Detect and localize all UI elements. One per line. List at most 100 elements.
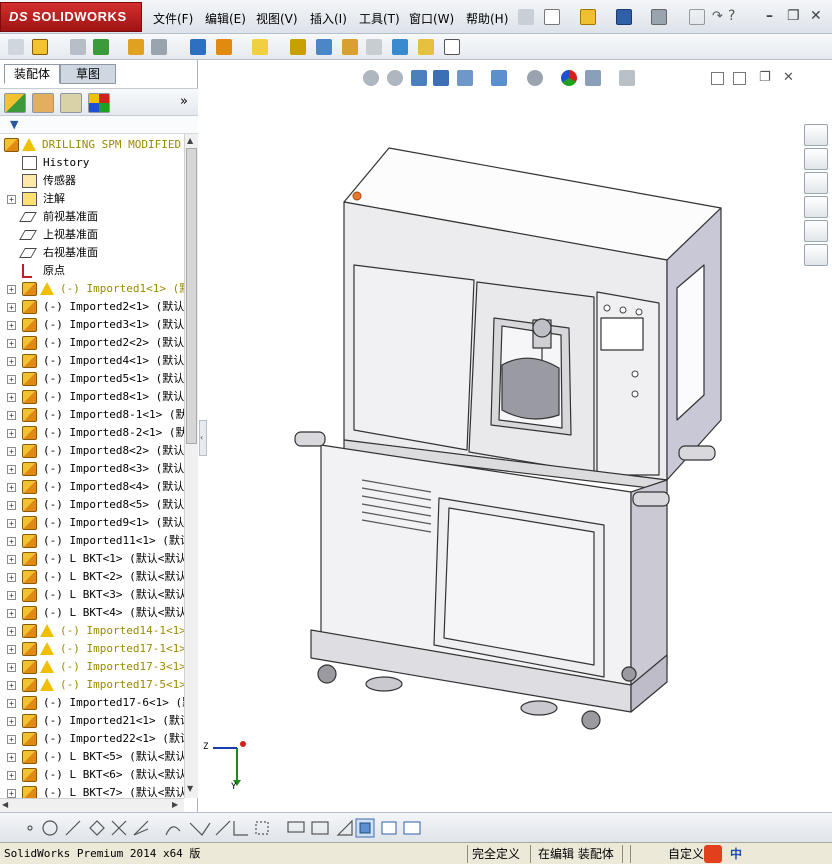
tree-expand-toggle[interactable]: + — [7, 771, 16, 780]
tree-expand-toggle[interactable]: + — [7, 645, 16, 654]
tree-item[interactable]: + (-) Imported8-1<1> (默认 — [0, 406, 184, 424]
solidworks-resources-icon[interactable] — [804, 124, 828, 146]
tree-expand-toggle[interactable]: + — [7, 339, 16, 348]
exploded-view-icon[interactable] — [342, 39, 358, 55]
tree-item[interactable]: + (-) L BKT<5> (默认<默认 — [0, 748, 184, 766]
tree-vertical-scrollbar[interactable]: ▲ ▼ — [184, 134, 198, 798]
tree-item[interactable]: + (-) L BKT<2> (默认<默认 — [0, 568, 184, 586]
tree-item[interactable]: + (-) Imported17-5<1> — [0, 676, 184, 694]
tree-expand-toggle[interactable]: + — [7, 483, 16, 492]
tree-item[interactable]: + (-) L BKT<1> (默认<默认 — [0, 550, 184, 568]
custom-properties-icon[interactable] — [804, 244, 828, 266]
menu-edit[interactable]: 编辑(E) — [205, 10, 246, 27]
view-palette-icon[interactable] — [804, 196, 828, 218]
restore-button[interactable]: ❐ — [787, 8, 800, 24]
tree-expand-toggle[interactable]: + — [7, 555, 16, 564]
tree-expand-toggle[interactable]: + — [7, 321, 16, 330]
input-method-logo-icon[interactable] — [704, 845, 722, 863]
print-icon[interactable] — [651, 9, 667, 25]
menu-window[interactable]: 窗口(W) — [409, 10, 454, 27]
scroll-down-icon[interactable]: ▼ — [187, 784, 193, 793]
tree-item[interactable]: + (-) Imported8<5> (默认< — [0, 496, 184, 514]
tab-assembly[interactable]: 装配体 — [4, 64, 60, 84]
sketch-tools-strip[interactable] — [20, 817, 440, 839]
tree-item[interactable]: + (-) Imported2<2> (默认< — [0, 334, 184, 352]
input-method-mode[interactable]: 中 — [730, 845, 742, 863]
menu-file[interactable]: 文件(F) — [153, 10, 193, 27]
tree-item[interactable]: 传感器 — [0, 172, 184, 190]
tree-expand-toggle[interactable]: + — [7, 609, 16, 618]
tree-item[interactable]: + (-) Imported2<1> (默认< — [0, 298, 184, 316]
move-component-icon[interactable] — [151, 39, 167, 55]
tree-item[interactable]: + (-) Imported21<1> (默认 — [0, 712, 184, 730]
explode-line-sketch-icon[interactable] — [366, 39, 382, 55]
file-explorer-icon[interactable] — [804, 172, 828, 194]
tree-expand-toggle[interactable]: + — [7, 429, 16, 438]
tree-item[interactable]: + (-) Imported8<4> (默认< — [0, 478, 184, 496]
help-question-icon[interactable]: ? — [728, 8, 735, 24]
tree-expand-toggle[interactable]: + — [7, 735, 16, 744]
design-library-icon[interactable] — [804, 148, 828, 170]
mate-icon[interactable] — [70, 39, 86, 55]
tree-expand-toggle[interactable]: + — [7, 627, 16, 636]
display-manager-tab-icon[interactable] — [88, 93, 110, 113]
close-button[interactable]: ✕ — [810, 8, 822, 24]
tree-expand-toggle[interactable]: + — [7, 411, 16, 420]
tree-expand-toggle[interactable]: + — [7, 465, 16, 474]
instant3d-icon[interactable] — [444, 39, 460, 55]
scroll-left-icon[interactable]: ◀ — [2, 800, 8, 809]
undo-icon[interactable] — [689, 9, 705, 25]
drilling-machine-model[interactable] — [199, 60, 832, 812]
filter-icon[interactable]: ▼ — [10, 118, 18, 131]
tree-item[interactable]: + (-) L BKT<7> (默认<默认 — [0, 784, 184, 798]
units-custom[interactable]: 自定义 — [668, 845, 704, 863]
scroll-right-icon[interactable]: ▶ — [172, 800, 178, 809]
panel-collapse-handle[interactable]: ‹ — [199, 420, 207, 456]
clearance-verification-icon[interactable] — [418, 39, 434, 55]
tree-item[interactable]: + (-) Imported1<1> (默 — [0, 280, 184, 298]
tree-item[interactable]: 右视基准面 — [0, 244, 184, 262]
tree-item[interactable]: + (-) L BKT<6> (默认<默认 — [0, 766, 184, 784]
tree-item[interactable]: + (-) Imported22<1> (默认 — [0, 730, 184, 748]
tree-expand-toggle[interactable]: + — [7, 753, 16, 762]
tree-expand-toggle[interactable]: + — [7, 447, 16, 456]
expand-panel-button[interactable]: » — [180, 94, 188, 109]
open-folder-icon[interactable] — [580, 9, 596, 25]
tab-sketch[interactable]: 草图 — [60, 64, 116, 84]
pin-icon[interactable] — [518, 9, 534, 25]
new-document-icon[interactable] — [544, 9, 560, 25]
minimize-button[interactable]: – — [766, 8, 773, 24]
show-hidden-icon[interactable] — [190, 39, 206, 55]
graphics-area[interactable]: ❐ ✕ Z Y ‹ — [199, 60, 832, 812]
tree-item[interactable]: + (-) L BKT<4> (默认<默认 — [0, 604, 184, 622]
tree-item[interactable]: + (-) Imported11<1> (默认 — [0, 532, 184, 550]
tree-expand-toggle[interactable]: + — [7, 699, 16, 708]
insert-component-icon[interactable] — [8, 39, 24, 55]
interference-detection-icon[interactable] — [392, 39, 408, 55]
tree-expand-toggle[interactable]: + — [7, 591, 16, 600]
assembly-features-icon[interactable] — [216, 39, 232, 55]
configuration-manager-tab-icon[interactable] — [60, 93, 82, 113]
property-manager-tab-icon[interactable] — [32, 93, 54, 113]
tree-expand-toggle[interactable]: + — [7, 501, 16, 510]
tree-item[interactable]: + (-) Imported8<2> (默认< — [0, 442, 184, 460]
tree-expand-toggle[interactable]: + — [7, 519, 16, 528]
tree-item[interactable]: 前视基准面 — [0, 208, 184, 226]
tree-expand-toggle[interactable]: + — [7, 537, 16, 546]
scroll-up-icon[interactable]: ▲ — [187, 136, 193, 145]
tree-item[interactable]: + (-) Imported17-6<1> (默 — [0, 694, 184, 712]
tree-expand-toggle[interactable]: + — [7, 789, 16, 798]
tree-expand-toggle[interactable]: + — [7, 195, 16, 204]
tree-item[interactable]: + 注解 — [0, 190, 184, 208]
smart-fasteners-icon[interactable] — [128, 39, 144, 55]
tree-item[interactable]: 原点 — [0, 262, 184, 280]
tree-item[interactable]: + (-) Imported9<1> (默认< — [0, 514, 184, 532]
tree-item[interactable]: + (-) Imported8<1> (默认< — [0, 388, 184, 406]
bill-of-materials-icon[interactable] — [316, 39, 332, 55]
tree-expand-toggle[interactable]: + — [7, 663, 16, 672]
tree-expand-toggle[interactable]: + — [7, 573, 16, 582]
feature-manager-tab-icon[interactable] — [4, 93, 26, 113]
new-motion-study-icon[interactable] — [290, 39, 306, 55]
save-icon[interactable] — [616, 9, 632, 25]
tree-item[interactable]: History — [0, 154, 184, 172]
